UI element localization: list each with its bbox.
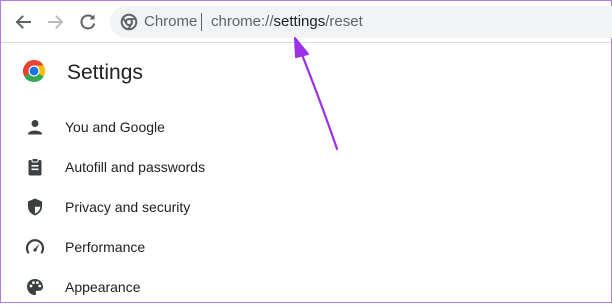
- sidebar-item-appearance[interactable]: Appearance: [20, 269, 320, 305]
- url-text[interactable]: chrome://settings/reset: [211, 13, 363, 31]
- palette-icon: [27, 279, 43, 295]
- back-arrow-icon: [15, 15, 31, 29]
- sidebar-item-label: You and Google: [65, 119, 165, 135]
- sidebar-item-performance[interactable]: Performance: [20, 229, 320, 265]
- sidebar-item-privacy[interactable]: Privacy and security: [20, 189, 320, 225]
- forward-button[interactable]: [43, 9, 69, 35]
- chrome-icon: [120, 13, 138, 31]
- sidebar-item-you-and-google[interactable]: You and Google: [20, 109, 320, 145]
- chrome-chip-label: Chrome: [144, 13, 198, 30]
- speedometer-icon: [25, 239, 45, 254]
- sidebar-item-label: Privacy and security: [65, 199, 191, 215]
- person-icon: [28, 120, 42, 135]
- reload-icon: [80, 14, 96, 30]
- browser-toolbar: Chrome chrome://settings/reset: [1, 1, 612, 43]
- back-button[interactable]: [10, 9, 36, 35]
- clipboard-icon: [28, 158, 42, 176]
- sidebar-item-label: Performance: [65, 239, 146, 255]
- page-title: Settings: [67, 61, 143, 84]
- sidebar-item-autofill[interactable]: Autofill and passwords: [20, 149, 320, 185]
- sidebar-item-label: Autofill and passwords: [65, 159, 206, 175]
- address-bar[interactable]: Chrome chrome://settings/reset: [110, 6, 612, 38]
- chip-divider: [201, 13, 202, 31]
- sidebar-item-label: Appearance: [65, 279, 141, 295]
- chrome-logo-icon: [22, 60, 46, 83]
- url-scheme: chrome://: [211, 13, 274, 30]
- url-host: settings: [273, 13, 326, 30]
- shield-icon: [28, 198, 42, 216]
- url-path: /reset: [325, 13, 363, 30]
- reload-button[interactable]: [75, 9, 101, 35]
- forward-arrow-icon: [48, 15, 64, 29]
